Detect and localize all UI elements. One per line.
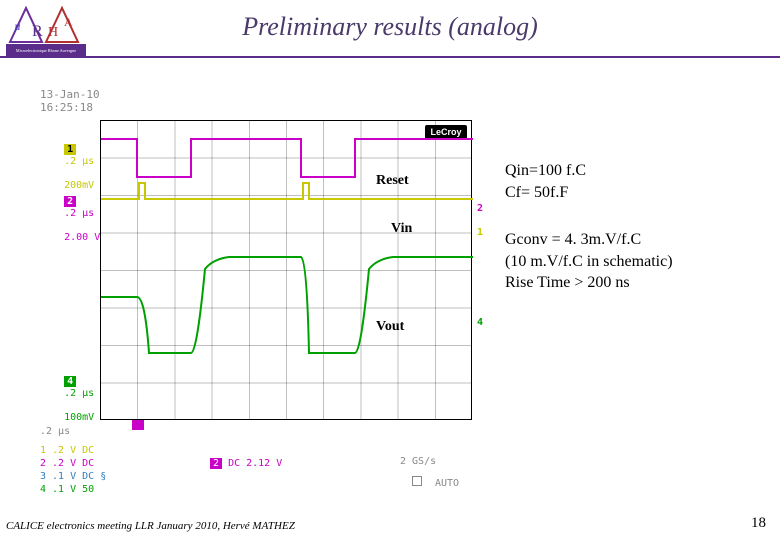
qin-line: Qin=100 f.C (505, 160, 673, 182)
risetime-line: Rise Time > 200 ns (505, 272, 673, 294)
oscilloscope-screenshot: 13-Jan-10 16:25:18 1 .2 µs 200mV 2 .2 µs… (40, 88, 480, 478)
page-title: Preliminary results (analog) (0, 0, 780, 42)
annotations: Qin=100 f.C Cf= 50f.F Gconv = 4. 3m.V/f.… (505, 160, 673, 320)
mode-label: AUTO (435, 478, 459, 489)
marker-ch1: 1 (477, 227, 483, 238)
footer-text: CALICE electronics meeting LLR January 2… (6, 520, 295, 532)
sample-rate: 2 GS/s (400, 456, 436, 467)
vin-label: Vin (391, 221, 412, 237)
page-number: 18 (751, 515, 766, 532)
annotation-block-2: Gconv = 4. 3m.V/f.C (10 m.V/f.C in schem… (505, 229, 673, 294)
scope-timestamp: 13-Jan-10 16:25:18 (40, 88, 100, 114)
annotation-block-1: Qin=100 f.C Cf= 50f.F (505, 160, 673, 203)
svg-text:A: A (64, 15, 73, 29)
svg-text:µ: µ (14, 19, 21, 33)
marker-ch2: 2 (477, 203, 483, 214)
ch2-label: 2 .2 µs 2.00 V (40, 184, 100, 256)
marker-ch4: 4 (477, 317, 483, 328)
cf-line: Cf= 50f.F (505, 182, 673, 204)
schematic-line: (10 m.V/f.C in schematic) (505, 251, 673, 273)
gconv-line: Gconv = 4. 3m.V/f.C (505, 229, 673, 251)
channel-summary: 1 .2 V DC 2 .2 V DC 3 .1 V DC § 4 .1 V 5… (40, 444, 106, 496)
vout-waveform (101, 121, 473, 421)
trigger-marker-icon (132, 420, 144, 430)
vout-label: Vout (376, 319, 404, 335)
trigger-info: 2 2 DC 2.12 VDC 2.12 V (210, 458, 282, 469)
svg-text:Microelectronique Rhone Auverg: Microelectronique Rhone Auvergne (16, 48, 76, 53)
stop-icon (412, 476, 422, 486)
urha-logo: µ R H A Microelectronique Rhone Auvergne (6, 2, 86, 56)
svg-text:H: H (48, 25, 58, 40)
scope-grid: LeCroy Reset Vin Vout 2 1 4 (100, 120, 472, 420)
slide-header: µ R H A Microelectronique Rhone Auvergne… (0, 0, 780, 58)
svg-text:R: R (32, 23, 43, 40)
timebase-label: .2 µs (40, 426, 70, 438)
reset-label: Reset (376, 173, 409, 189)
